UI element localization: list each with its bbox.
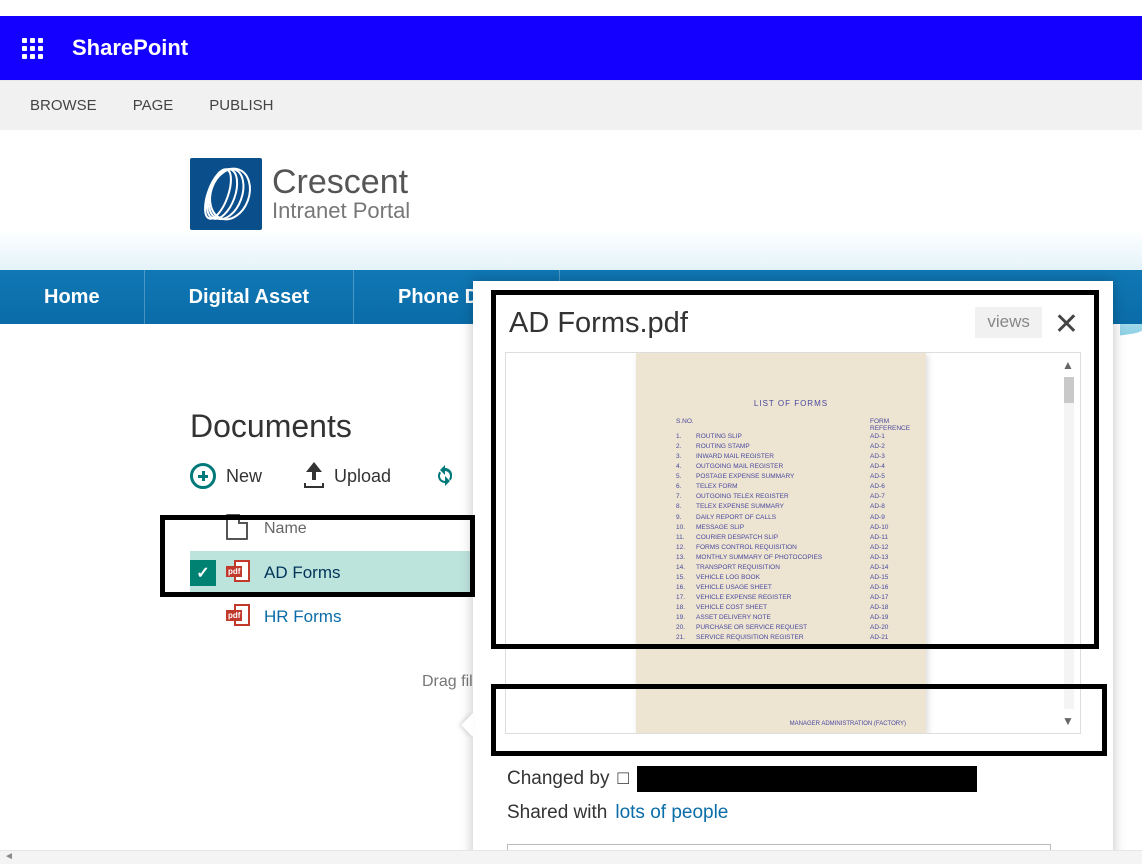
file-callout: AD Forms.pdf views ✕ LIST OF FORMS S.NO.…: [473, 281, 1113, 864]
sync-button[interactable]: [433, 464, 457, 488]
pdf-file-icon: pdf: [226, 604, 250, 626]
site-logo[interactable]: Crescent Intranet Portal: [190, 158, 410, 230]
new-label: New: [226, 466, 262, 487]
doc-footer: MANAGER ADMINISTRATION (FACTORY): [790, 721, 906, 727]
logo-text: Crescent Intranet Portal: [272, 165, 410, 223]
doc-col-sno: S.NO.: [676, 418, 696, 432]
views-counter: views: [975, 307, 1042, 338]
logo-line2: Intranet Portal: [272, 199, 410, 223]
callout-title: AD Forms.pdf: [509, 307, 975, 340]
suite-brand[interactable]: SharePoint: [72, 35, 188, 61]
scroll-down-icon[interactable]: ▼: [1060, 713, 1076, 729]
changed-by-redacted: [637, 766, 977, 792]
callout-header: AD Forms.pdf views ✕: [473, 281, 1113, 352]
scroll-left-icon[interactable]: ◄: [4, 851, 18, 864]
sync-icon: [433, 464, 457, 488]
browser-chrome-stub: [0, 0, 1142, 16]
shared-with-label: Shared with: [507, 802, 607, 824]
changed-by-line: Changed by □: [473, 756, 1113, 792]
new-document-button[interactable]: New: [190, 463, 262, 489]
views-label: views: [987, 313, 1030, 332]
quick-launch: [0, 324, 190, 864]
logo-line1: Crescent: [272, 165, 410, 199]
nav-home[interactable]: Home: [0, 286, 144, 309]
plus-circle-icon: [190, 463, 216, 489]
shared-with-line: Shared with lots of people: [473, 792, 1113, 824]
type-column-icon: [226, 514, 248, 540]
logo-crescent-icon: [190, 158, 262, 230]
nav-digital-asset[interactable]: Digital Asset: [145, 286, 353, 309]
pdf-file-icon: pdf: [226, 560, 250, 582]
row-checkbox-checked[interactable]: ✓: [190, 560, 216, 586]
doc-rows: 1.ROUTING SLIPAD-12.ROUTING STAMPAD-23.I…: [676, 432, 906, 653]
horizontal-scrollbar[interactable]: ◄: [0, 850, 1142, 864]
upload-button[interactable]: Upload: [304, 464, 391, 488]
scroll-up-icon[interactable]: ▲: [1060, 357, 1076, 373]
app-launcher-icon[interactable]: [22, 38, 42, 58]
scroll-thumb[interactable]: [1064, 377, 1074, 403]
callout-nub: [461, 713, 473, 737]
ribbon: BROWSE PAGE PUBLISH: [0, 80, 1142, 130]
viewport: SharePoint BROWSE PAGE PUBLISH Home Digi…: [0, 0, 1142, 864]
page-content: Home Digital Asset Phone Direc: [0, 130, 1142, 864]
ribbon-tab-page[interactable]: PAGE: [133, 97, 174, 114]
changed-by-label: Changed by: [507, 768, 609, 790]
doc-col-ref: FORM REFERENCE: [870, 418, 906, 432]
ribbon-tab-publish[interactable]: PUBLISH: [209, 97, 273, 114]
upload-icon: [304, 464, 324, 488]
shared-with-link[interactable]: lots of people: [615, 802, 728, 824]
ribbon-tab-browse[interactable]: BROWSE: [30, 97, 97, 114]
preview-page: LIST OF FORMS S.NO. FORM REFERENCE 1.ROU…: [636, 353, 926, 733]
close-icon[interactable]: ✕: [1048, 307, 1085, 342]
scroll-track[interactable]: [1064, 377, 1074, 709]
upload-label: Upload: [334, 466, 391, 487]
suite-bar: SharePoint: [0, 16, 1142, 80]
doc-caption: LIST OF FORMS: [676, 399, 906, 408]
document-preview[interactable]: LIST OF FORMS S.NO. FORM REFERENCE 1.ROU…: [505, 352, 1081, 734]
